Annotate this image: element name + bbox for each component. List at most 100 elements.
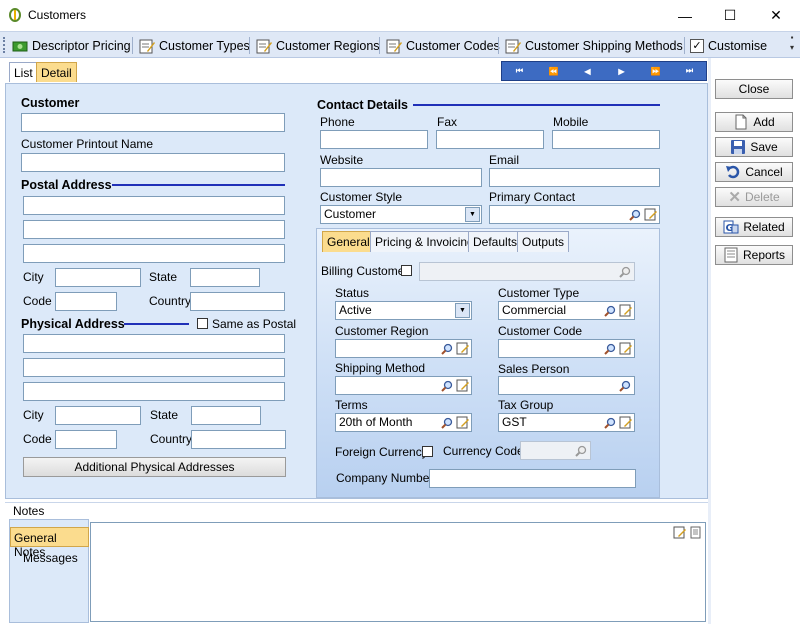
currency-code-input xyxy=(520,441,591,460)
maximize-button[interactable]: ☐ xyxy=(707,0,753,31)
postal-city-input[interactable] xyxy=(55,268,141,287)
toolbar-grip[interactable] xyxy=(3,37,6,53)
tab-outputs[interactable]: Outputs xyxy=(517,231,570,252)
next-page-icon[interactable]: ⏩ xyxy=(638,62,672,80)
search-icon[interactable] xyxy=(439,415,454,430)
physical-line3-input[interactable] xyxy=(23,382,285,401)
chevron-down-icon[interactable]: ▼ xyxy=(455,303,470,318)
tab-defaults[interactable]: Defaults xyxy=(468,231,523,252)
close-button[interactable]: Close xyxy=(715,79,793,99)
descriptor-pricing-button[interactable]: Descriptor Pricing xyxy=(12,35,131,56)
customer-code-input[interactable] xyxy=(498,339,635,358)
phone-input[interactable] xyxy=(320,130,428,149)
delete-label: Delete xyxy=(744,190,780,204)
save-button[interactable]: Save xyxy=(715,137,793,157)
company-number-input[interactable] xyxy=(429,469,636,488)
physical-code-input[interactable] xyxy=(55,430,117,449)
related-button[interactable]: G Related xyxy=(715,217,793,237)
search-icon[interactable] xyxy=(439,378,454,393)
primary-contact-input[interactable] xyxy=(489,205,660,224)
checkmark-icon: ✓ xyxy=(690,38,704,53)
physical-state-input[interactable] xyxy=(191,406,261,425)
postal-line3-input[interactable] xyxy=(23,244,285,263)
next-record-icon[interactable]: ▶ xyxy=(604,62,638,80)
tab-general-notes[interactable]: General Notes xyxy=(10,527,89,559)
search-icon[interactable] xyxy=(602,415,617,430)
cancel-button[interactable]: Cancel xyxy=(715,162,793,182)
status-select[interactable]: Active ▼ xyxy=(335,301,472,320)
additional-addresses-button[interactable]: Additional Physical Addresses xyxy=(23,457,286,477)
website-input[interactable] xyxy=(320,168,482,187)
customer-code-label: Customer Code xyxy=(498,324,583,338)
notes-textarea[interactable] xyxy=(90,522,706,622)
email-input[interactable] xyxy=(489,168,660,187)
customer-style-label: Customer Style xyxy=(320,190,403,204)
same-as-postal-checkbox[interactable] xyxy=(197,318,208,329)
document-icon[interactable] xyxy=(688,525,703,540)
physical-line2-input[interactable] xyxy=(23,358,285,377)
tab-messages[interactable]: Messages xyxy=(23,551,78,565)
customer-types-button[interactable]: Customer Types xyxy=(139,35,250,56)
edit-icon[interactable] xyxy=(455,415,470,430)
customer-codes-button[interactable]: Customer Codes xyxy=(386,35,500,56)
toolbar-separator xyxy=(498,37,499,54)
fax-input[interactable] xyxy=(436,130,544,149)
physical-city-input[interactable] xyxy=(55,406,141,425)
previous-record-icon[interactable]: ◀ xyxy=(570,62,604,80)
customer-shipping-methods-button[interactable]: Customer Shipping Methods xyxy=(505,35,683,56)
search-icon[interactable] xyxy=(602,303,617,318)
customer-region-input[interactable] xyxy=(335,339,472,358)
postal-code-input[interactable] xyxy=(55,292,117,311)
edit-icon[interactable] xyxy=(455,341,470,356)
billing-customer-checkbox[interactable] xyxy=(401,265,412,276)
customer-name-input[interactable] xyxy=(21,113,285,132)
customise-button[interactable]: ✓ Customise xyxy=(690,35,767,56)
foreign-currency-checkbox[interactable] xyxy=(422,446,433,457)
postal-line2-input[interactable] xyxy=(23,220,285,239)
customer-type-input[interactable]: Commercial xyxy=(498,301,635,320)
postal-line1-input[interactable] xyxy=(23,196,285,215)
tab-pricing-invoicing[interactable]: Pricing & Invoicing xyxy=(370,231,479,252)
physical-line1-input[interactable] xyxy=(23,334,285,353)
tax-group-input[interactable]: GST xyxy=(498,413,635,432)
customer-style-select[interactable]: Customer ▼ xyxy=(320,205,482,224)
edit-icon[interactable] xyxy=(643,207,658,222)
chevron-down-icon[interactable]: ▼ xyxy=(465,207,480,222)
minimize-button[interactable]: — xyxy=(662,0,708,31)
search-icon[interactable] xyxy=(617,378,632,393)
search-icon[interactable] xyxy=(439,341,454,356)
tab-list[interactable]: List xyxy=(9,62,38,82)
tab-general[interactable]: General xyxy=(322,231,375,252)
mobile-input[interactable] xyxy=(552,130,660,149)
add-button[interactable]: Add xyxy=(715,112,793,132)
shipping-method-input[interactable] xyxy=(335,376,472,395)
postal-code-label: Code xyxy=(23,294,52,308)
edit-icon[interactable] xyxy=(672,525,687,540)
edit-icon[interactable] xyxy=(618,303,633,318)
email-label: Email xyxy=(489,153,520,167)
edit-icon[interactable] xyxy=(618,341,633,356)
terms-value: 20th of Month xyxy=(339,415,413,429)
search-icon[interactable] xyxy=(627,207,642,222)
search-icon[interactable] xyxy=(602,341,617,356)
physical-code-label: Code xyxy=(23,432,52,446)
terms-input[interactable]: 20th of Month xyxy=(335,413,472,432)
first-record-icon[interactable]: ⏮ xyxy=(502,62,536,80)
physical-country-input[interactable] xyxy=(191,430,286,449)
postal-country-input[interactable] xyxy=(190,292,285,311)
terms-label: Terms xyxy=(335,398,368,412)
printout-name-input[interactable] xyxy=(21,153,285,172)
edit-icon[interactable] xyxy=(618,415,633,430)
website-label: Website xyxy=(320,153,364,167)
postal-state-input[interactable] xyxy=(190,268,260,287)
reports-button[interactable]: Reports xyxy=(715,245,793,265)
new-document-icon xyxy=(735,114,747,130)
last-record-icon[interactable]: ⏭ xyxy=(672,62,706,80)
customer-regions-button[interactable]: Customer Regions xyxy=(256,35,380,56)
edit-icon[interactable] xyxy=(455,378,470,393)
toolbar-overflow-button[interactable]: ▪ ▾ xyxy=(786,33,798,56)
sales-person-input[interactable] xyxy=(498,376,635,395)
previous-page-icon[interactable]: ⏪ xyxy=(536,62,570,80)
tab-detail[interactable]: Detail xyxy=(36,62,77,82)
close-window-button[interactable]: ✕ xyxy=(753,0,799,31)
